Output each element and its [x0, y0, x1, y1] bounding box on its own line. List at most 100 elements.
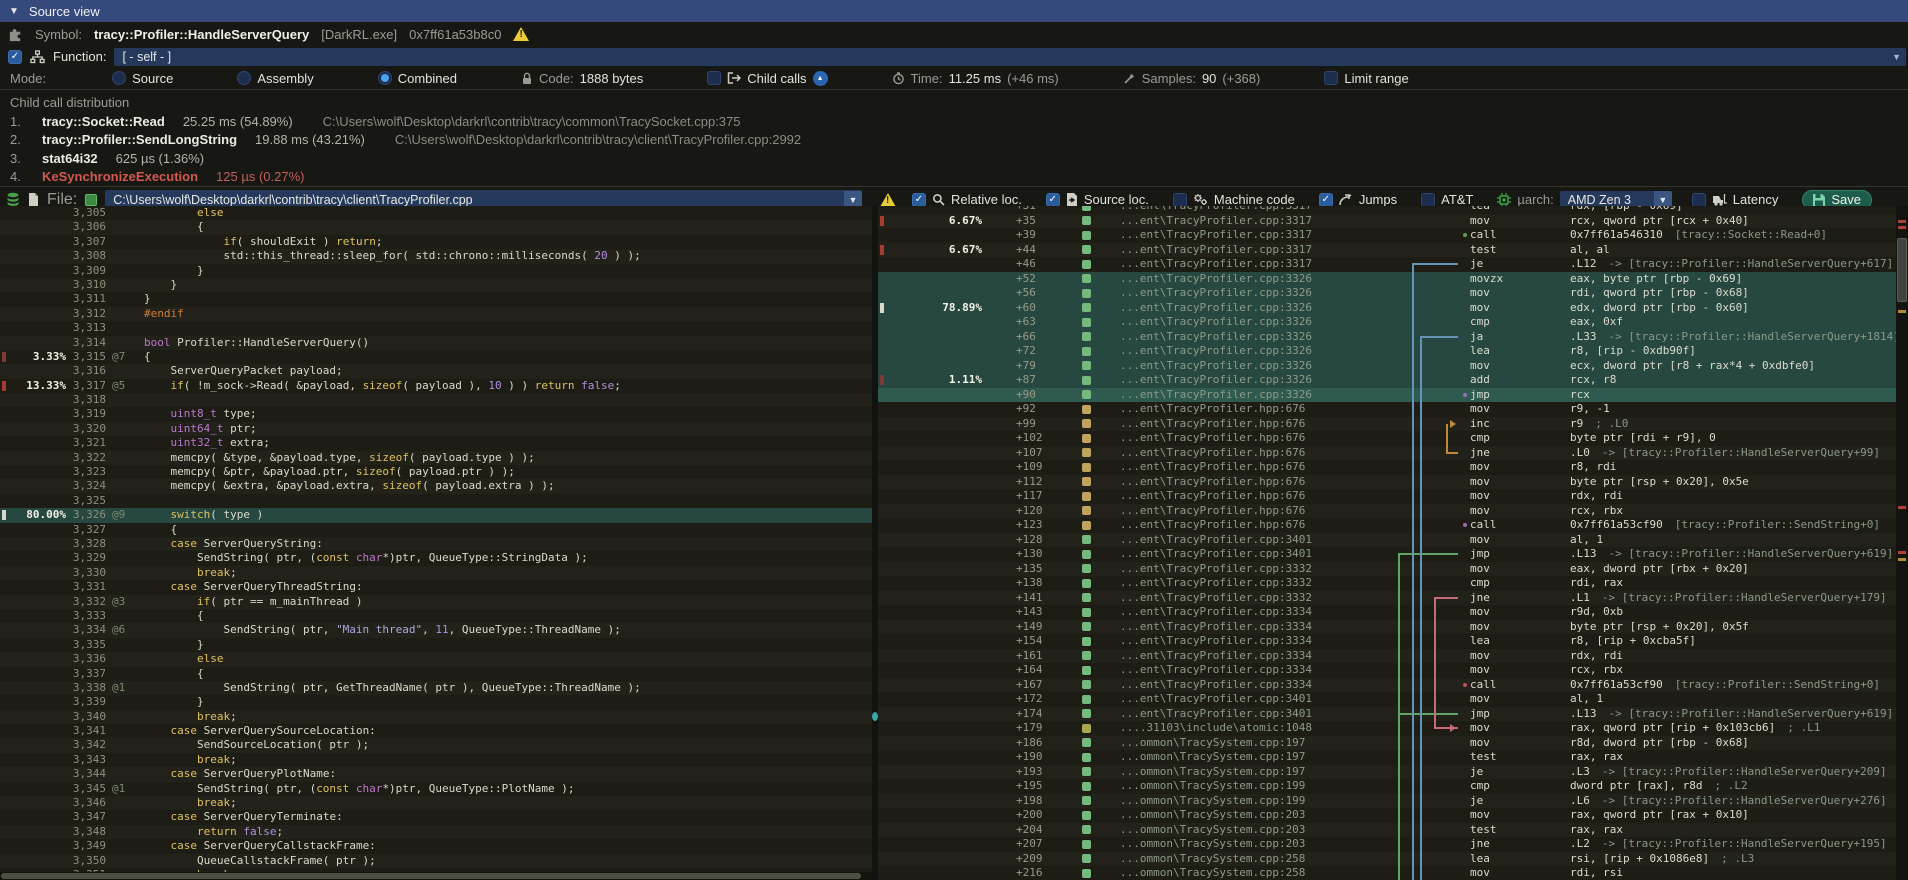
source-line[interactable]: 3,313: [0, 321, 872, 335]
limit-range-checkbox[interactable]: [1324, 71, 1338, 85]
assembly-row[interactable]: +161...ent\TracyProfiler.cpp:3334movrdx,…: [878, 649, 1896, 664]
source-line[interactable]: 3,350 QueueCallstackFrame( ptr );: [0, 854, 872, 868]
radio-source[interactable]: [112, 71, 126, 85]
function-checkbox[interactable]: ✓: [8, 50, 22, 64]
source-line[interactable]: 3,309 }: [0, 264, 872, 278]
child-calls-up-button[interactable]: ▲: [813, 71, 828, 86]
source-line[interactable]: 3,316 ServerQueryPacket payload;: [0, 364, 872, 378]
limit-range-group[interactable]: Limit range: [1324, 71, 1408, 86]
source-line[interactable]: 3,327 {: [0, 523, 872, 537]
assembly-row[interactable]: +179....31103\include\atomic:1048movrax,…: [878, 721, 1896, 736]
child-calls-checkbox[interactable]: [707, 71, 721, 85]
source-line[interactable]: 3,329 SendString( ptr, (const char*)ptr,…: [0, 551, 872, 565]
assembly-row[interactable]: +172...ent\TracyProfiler.cpp:3401moval, …: [878, 692, 1896, 707]
assembly-row[interactable]: 78.89%+60...ent\TracyProfiler.cpp:3326mo…: [878, 301, 1896, 316]
child-call-row[interactable]: 4. KeSynchronizeExecution 125 µs (0.27%): [10, 168, 1908, 187]
source-line[interactable]: 3,343 break;: [0, 753, 872, 767]
source-line[interactable]: 3,324 memcpy( &extra, &payload.extra, si…: [0, 479, 872, 493]
assembly-row[interactable]: +39...ent\TracyProfiler.cpp:3317call0x7f…: [878, 228, 1896, 243]
collapse-icon[interactable]: ▼: [9, 6, 19, 17]
mode-option-assembly[interactable]: Assembly: [237, 71, 313, 86]
source-loc-checkbox[interactable]: ✓: [1046, 193, 1060, 207]
child-call-row[interactable]: 3. stat64i32 625 µs (1.36%): [10, 149, 1908, 168]
function-combo[interactable]: [ - self - ] ▼: [114, 48, 1906, 66]
source-line[interactable]: 3,323 memcpy( &ptr, &payload.ptr, sizeof…: [0, 465, 872, 479]
source-horizontal-scrollbar[interactable]: [0, 872, 872, 880]
source-line[interactable]: 3,334@6 SendString( ptr, "Main thread", …: [0, 623, 872, 637]
latency-toggle[interactable]: Latency: [1692, 192, 1779, 207]
jumps-toggle[interactable]: ✓ Jumps: [1319, 192, 1397, 207]
assembly-row[interactable]: +198...ommon\TracySystem.cpp:199je.L6-> …: [878, 794, 1896, 809]
assembly-row[interactable]: +112...ent\TracyProfiler.hpp:676movbyte …: [878, 475, 1896, 490]
assembly-row[interactable]: +204...ommon\TracySystem.cpp:203testrax,…: [878, 823, 1896, 838]
source-line[interactable]: 3,338@1 SendString( ptr, GetThreadName( …: [0, 681, 872, 695]
assembly-row[interactable]: +46...ent\TracyProfiler.cpp:3317je.L12->…: [878, 257, 1896, 272]
assembly-row[interactable]: +135...ent\TracyProfiler.cpp:3332moveax,…: [878, 562, 1896, 577]
assembly-row[interactable]: +195...ommon\TracySystem.cpp:199cmpdword…: [878, 779, 1896, 794]
radio-combined[interactable]: [378, 71, 392, 85]
assembly-row[interactable]: +193...ommon\TracySystem.cpp:197je.L3-> …: [878, 765, 1896, 780]
source-line[interactable]: 3.33%3,315@7{: [0, 350, 872, 364]
relative-loc-toggle[interactable]: ✓ Relative loc.: [912, 192, 1022, 207]
source-line[interactable]: 3,319 uint8_t type;: [0, 407, 872, 421]
assembly-row[interactable]: +72...ent\TracyProfiler.cpp:3326lear8, […: [878, 344, 1896, 359]
source-line[interactable]: 3,311}: [0, 292, 872, 306]
mode-option-source[interactable]: Source: [112, 71, 173, 86]
assembly-row[interactable]: +90...ent\TracyProfiler.cpp:3326jmprcx: [878, 388, 1896, 403]
source-line[interactable]: 3,325: [0, 494, 872, 508]
source-line[interactable]: 13.33%3,317@5 if( !m_sock->Read( &payloa…: [0, 379, 872, 393]
source-line[interactable]: 3,305 else: [0, 206, 872, 220]
source-line[interactable]: 3,336 else: [0, 652, 872, 666]
source-line[interactable]: 3,322 memcpy( &type, &payload.type, size…: [0, 451, 872, 465]
assembly-row[interactable]: +56...ent\TracyProfiler.cpp:3326movrdi, …: [878, 286, 1896, 301]
assembly-row[interactable]: +190...ommon\TracySystem.cpp:197testrax,…: [878, 750, 1896, 765]
source-line[interactable]: 3,349 case ServerQueryCallstackFrame:: [0, 839, 872, 853]
source-line[interactable]: 3,335 }: [0, 638, 872, 652]
assembly-row[interactable]: +167...ent\TracyProfiler.cpp:3334call0x7…: [878, 678, 1896, 693]
source-line[interactable]: 3,331 case ServerQueryThreadString:: [0, 580, 872, 594]
assembly-row[interactable]: +107...ent\TracyProfiler.hpp:676jne.L0->…: [878, 446, 1896, 461]
child-call-row[interactable]: 1. tracy::Socket::Read 25.25 ms (54.89%)…: [10, 112, 1908, 131]
radio-assembly[interactable]: [237, 71, 251, 85]
assembly-row[interactable]: +123...ent\TracyProfiler.hpp:676call0x7f…: [878, 518, 1896, 533]
assembly-row[interactable]: 1.11%+87...ent\TracyProfiler.cpp:3326add…: [878, 373, 1896, 388]
assembly-row[interactable]: +138...ent\TracyProfiler.cpp:3332cmprdi,…: [878, 576, 1896, 591]
source-line[interactable]: 80.00%3,326@9 switch( type ): [0, 508, 872, 522]
assembly-row[interactable]: +216...ommon\TracySystem.cpp:258movrdi, …: [878, 866, 1896, 880]
assembly-row[interactable]: +79...ent\TracyProfiler.cpp:3326movecx, …: [878, 359, 1896, 374]
source-line[interactable]: 3,307 if( shouldExit ) return;: [0, 235, 872, 249]
assembly-row[interactable]: +141...ent\TracyProfiler.cpp:3332jne.L1-…: [878, 591, 1896, 606]
source-line[interactable]: 3,306 {: [0, 220, 872, 234]
assembly-row[interactable]: +117...ent\TracyProfiler.hpp:676movrdx, …: [878, 489, 1896, 504]
assembly-row[interactable]: +120...ent\TracyProfiler.hpp:676movrcx, …: [878, 504, 1896, 519]
att-checkbox[interactable]: [1421, 193, 1435, 207]
source-line[interactable]: 3,330 break;: [0, 566, 872, 580]
assembly-row[interactable]: +92...ent\TracyProfiler.hpp:676movr9, -1: [878, 402, 1896, 417]
source-line[interactable]: 3,347 case ServerQueryTerminate:: [0, 810, 872, 824]
jumps-checkbox[interactable]: ✓: [1319, 193, 1333, 207]
source-line[interactable]: 3,346 break;: [0, 796, 872, 810]
source-line[interactable]: 3,345@1 SendString( ptr, (const char*)pt…: [0, 782, 872, 796]
assembly-row[interactable]: +109...ent\TracyProfiler.hpp:676movr8, r…: [878, 460, 1896, 475]
assembly-row[interactable]: +164...ent\TracyProfiler.cpp:3334movrcx,…: [878, 663, 1896, 678]
source-line[interactable]: 3,340 break;: [0, 710, 872, 724]
machine-code-checkbox[interactable]: [1173, 193, 1187, 207]
assembly-row[interactable]: +174...ent\TracyProfiler.cpp:3401jmp.L13…: [878, 707, 1896, 722]
assembly-row[interactable]: +149...ent\TracyProfiler.cpp:3334movbyte…: [878, 620, 1896, 635]
assembly-vertical-scrollbar[interactable]: [1896, 206, 1908, 880]
source-loc-toggle[interactable]: ✓ Source loc.: [1046, 192, 1149, 207]
assembly-row[interactable]: 6.67%+44...ent\TracyProfiler.cpp:3317tes…: [878, 243, 1896, 258]
machine-code-toggle[interactable]: Machine code: [1173, 192, 1295, 207]
scrollbar-thumb[interactable]: [1, 873, 861, 879]
assembly-row[interactable]: +154...ent\TracyProfiler.cpp:3334lear8, …: [878, 634, 1896, 649]
source-line[interactable]: 3,344 case ServerQueryPlotName:: [0, 767, 872, 781]
splitter-grip[interactable]: [872, 712, 878, 721]
att-toggle[interactable]: AT&T: [1421, 192, 1473, 207]
assembly-row[interactable]: +52...ent\TracyProfiler.cpp:3326movzxeax…: [878, 272, 1896, 287]
source-line[interactable]: 3,333 {: [0, 609, 872, 623]
child-call-row[interactable]: 2. tracy::Profiler::SendLongString 19.88…: [10, 131, 1908, 150]
source-line[interactable]: 3,339 }: [0, 695, 872, 709]
assembly-row[interactable]: +207...ommon\TracySystem.cpp:203jne.L2->…: [878, 837, 1896, 852]
assembly-row[interactable]: 6.67%+35...ent\TracyProfiler.cpp:3317mov…: [878, 214, 1896, 229]
assembly-row[interactable]: +66...ent\TracyProfiler.cpp:3326ja.L33->…: [878, 330, 1896, 345]
